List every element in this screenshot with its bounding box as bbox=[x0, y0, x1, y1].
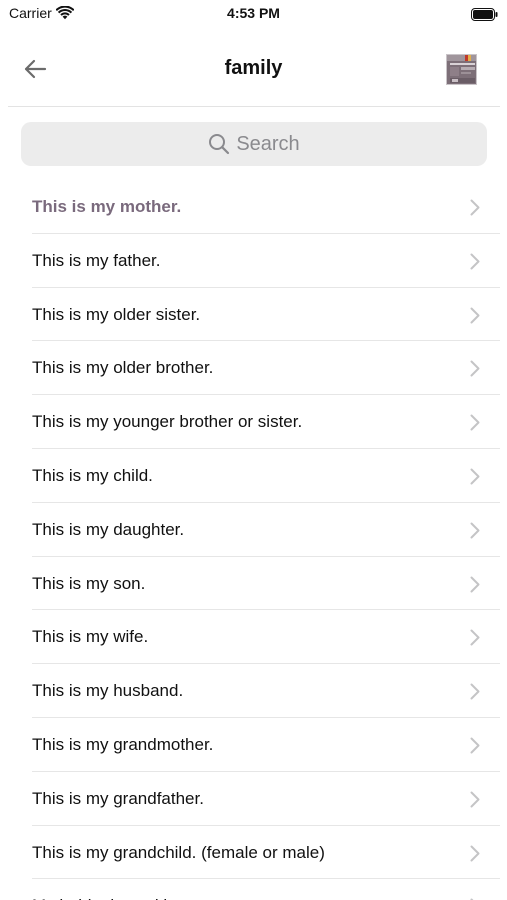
list-item-label: This is my wife. bbox=[32, 627, 149, 647]
list-item-label: This is my older sister. bbox=[32, 304, 201, 324]
list-item[interactable]: This is my child. bbox=[0, 449, 507, 503]
chevron-right-icon bbox=[470, 737, 480, 754]
list-item-label: This is my grandmother. bbox=[32, 734, 214, 754]
list-item-label: This is my child. bbox=[32, 465, 153, 485]
list-item-label: This is my mother. bbox=[32, 197, 182, 216]
list-item-label: This is my older brother. bbox=[32, 358, 214, 378]
chevron-right-icon bbox=[470, 253, 480, 270]
thumbnail-picture bbox=[447, 55, 476, 84]
nav-divider bbox=[8, 106, 500, 107]
list-item-label: This is my daughter. bbox=[32, 519, 185, 539]
chevron-right-icon bbox=[470, 683, 480, 700]
search-placeholder: Search bbox=[236, 132, 300, 155]
navigation-bar: family bbox=[0, 40, 507, 100]
chevron-right-icon bbox=[470, 629, 480, 646]
list-item[interactable]: This is my son. bbox=[0, 557, 507, 611]
list-item[interactable]: This is my grandchild. (female or male) bbox=[0, 826, 507, 880]
list-item[interactable]: This is my younger brother or sister. bbox=[0, 395, 507, 449]
chevron-right-icon bbox=[470, 360, 480, 377]
search-icon bbox=[209, 134, 230, 155]
list-item-label: This is my husband. bbox=[32, 681, 184, 701]
page-title: family bbox=[224, 57, 283, 79]
chevron-right-icon bbox=[470, 307, 480, 324]
chevron-right-icon bbox=[470, 576, 480, 593]
chevron-right-icon bbox=[470, 845, 480, 862]
list-item-label: This is my father. bbox=[32, 250, 161, 270]
list-item[interactable]: This is my father. bbox=[0, 234, 507, 288]
chevron-right-icon bbox=[470, 522, 480, 539]
list-item[interactable]: This is my wife. bbox=[0, 610, 507, 665]
status-time: 4:53 PM bbox=[227, 5, 280, 21]
screen: Carrier 4:53 PM family Search This is my… bbox=[0, 0, 507, 900]
list-item-label: My hobby is cooking. bbox=[32, 896, 191, 900]
list-item-label: This is my grandfather. bbox=[32, 788, 204, 808]
list-item-label: This is my son. bbox=[32, 573, 146, 593]
list-item[interactable]: This is my older sister. bbox=[0, 288, 507, 342]
list-item-label: This is my younger brother or sister. bbox=[32, 412, 303, 432]
family-thumbnail-image[interactable] bbox=[446, 54, 477, 85]
list-item-label: This is my grandchild. (female or male) bbox=[32, 842, 325, 862]
list-item[interactable]: This is my husband. bbox=[0, 664, 507, 718]
battery-icon bbox=[471, 8, 498, 21]
list-item[interactable]: This is my older brother. bbox=[0, 341, 507, 396]
search-input[interactable]: Search bbox=[21, 122, 487, 166]
chevron-right-icon bbox=[470, 414, 480, 431]
list-item[interactable]: This is my mother. bbox=[0, 180, 507, 234]
status-bar: Carrier 4:53 PM bbox=[0, 0, 507, 28]
chevron-right-icon bbox=[470, 199, 480, 216]
chevron-right-icon bbox=[470, 791, 480, 808]
list-item[interactable]: This is my grandmother. bbox=[0, 718, 507, 772]
list-item[interactable]: This is my grandfather. bbox=[0, 772, 507, 826]
list-item[interactable]: This is my daughter. bbox=[0, 503, 507, 557]
list-item[interactable]: My hobby is cooking. bbox=[0, 879, 507, 900]
phrase-list: This is my mother. This is my father. This… bbox=[0, 180, 507, 900]
chevron-right-icon bbox=[470, 468, 480, 485]
